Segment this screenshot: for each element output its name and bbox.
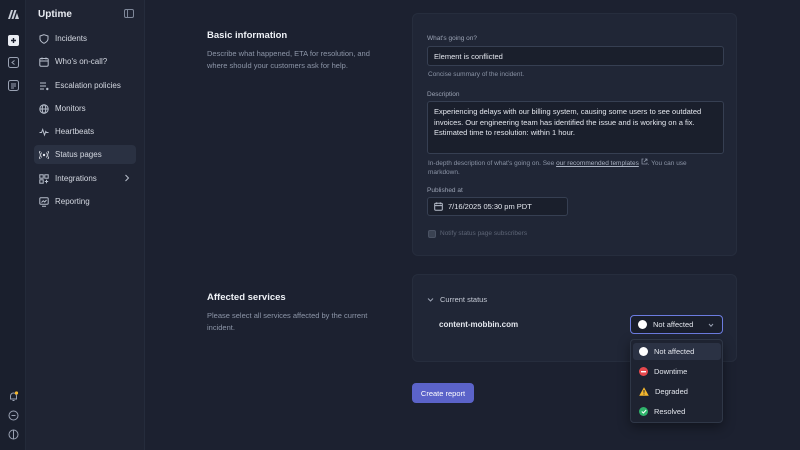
description-label: Description [427,91,460,98]
sidebar-item-status-pages[interactable]: Status pages [34,145,136,164]
downtime-status-icon [639,367,648,376]
notify-subscribers-label: Notify status page subscribers [440,230,528,237]
list-icon [40,82,49,90]
logo-icon[interactable] [7,8,19,20]
create-report-button[interactable]: Create report [412,383,474,403]
shield-icon [39,33,49,44]
sidebar-item-label: Monitors [55,104,86,113]
warning-status-icon [639,387,649,396]
sidebar: Uptime Incidents Who's on-call? Escalati… [26,0,145,450]
description-textarea[interactable]: Experiencing delays with our billing sys… [427,101,724,154]
sidebar-item-label: Incidents [55,34,88,43]
help-icon[interactable] [7,428,19,440]
app-title: Uptime [38,9,72,20]
basic-info-heading: Basic information [207,30,288,41]
chevron-right-icon [125,174,130,182]
sidebar-item-label: Status pages [55,150,102,159]
resolved-status-icon [639,407,648,416]
docs-app-icon[interactable] [7,79,19,91]
broadcast-icon [39,150,49,159]
affected-services-description: Please select all services affected by t… [207,311,368,332]
sidebar-item-on-call[interactable]: Who's on-call? [34,52,136,71]
pulse-icon [39,127,49,137]
recommended-templates-link[interactable]: our recommended templates [556,160,639,167]
not-affected-status-icon [638,320,647,329]
sidebar-item-label: Reporting [55,197,90,206]
current-status-group[interactable]: Current status [427,295,487,304]
chart-icon [39,196,49,207]
sidebar-item-label: Heartbeats [55,127,95,136]
status-dropdown: Not affected Downtime Degraded Resolved [630,339,723,423]
chevron-down-icon [708,323,714,327]
collapse-sidebar-icon[interactable] [124,9,134,20]
whats-going-on-label: What's going on? [427,35,478,42]
incidents-app-icon[interactable] [7,34,19,46]
globe-icon [39,103,49,114]
basic-info-description: Describe what happened, ETA for resoluti… [207,49,370,70]
sidebar-item-escalation[interactable]: Escalation policies [34,76,136,95]
sidebar-item-label: Integrations [55,174,97,183]
chat-icon[interactable] [7,409,19,421]
status-option-not-affected[interactable]: Not affected [633,343,721,360]
logs-app-icon[interactable] [7,56,19,68]
calendar-icon [39,57,49,67]
chevron-down-icon [427,297,434,302]
status-option-downtime[interactable]: Downtime [633,363,721,380]
calendar-icon [434,202,443,211]
published-at-input[interactable]: 7/16/2025 05:30 pm PDT [427,197,568,216]
service-name: content-mobbin.com [439,320,519,329]
status-option-degraded[interactable]: Degraded [633,383,721,400]
sidebar-item-monitors[interactable]: Monitors [34,99,136,118]
sidebar-item-label: Who's on-call? [55,57,108,66]
status-option-resolved[interactable]: Resolved [633,403,721,420]
sidebar-item-reporting[interactable]: Reporting [34,192,136,211]
sidebar-item-incidents[interactable]: Incidents [34,29,136,48]
notify-subscribers-checkbox[interactable] [428,230,436,238]
notifications-icon[interactable] [7,390,19,402]
grid-icon [39,173,49,184]
icon-rail [0,0,26,450]
sidebar-item-integrations[interactable]: Integrations [34,169,136,188]
published-at-label: Published at [427,187,463,194]
whats-going-on-input[interactable]: Element is conflicted [427,46,724,66]
affected-services-heading: Affected services [207,292,286,303]
sidebar-item-heartbeats[interactable]: Heartbeats [34,122,136,141]
sidebar-item-label: Escalation policies [55,81,121,90]
external-link-icon [641,158,648,165]
service-status-select[interactable]: Not affected [630,315,723,334]
not-affected-status-icon [639,347,648,356]
description-hint: In-depth description of what's going on.… [428,158,687,176]
basic-info-card: What's going on? Element is conflicted C… [412,13,737,256]
whats-going-on-hint: Concise summary of the incident. [428,71,525,78]
